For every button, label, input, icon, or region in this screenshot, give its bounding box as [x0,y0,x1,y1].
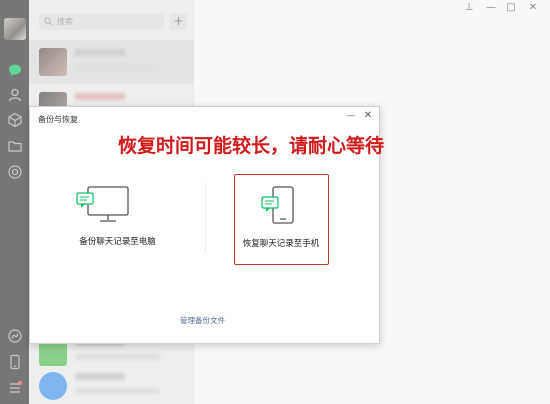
wait-notice: 恢复时间可能较长，请耐心等待 [118,135,385,157]
backup-restore-dialog: 备份与恢复 — ✕ 恢复时间可能较长，请耐心等待 备份聊天记录至电脑 恢复聊天记… [29,106,384,344]
manage-backup-files-link[interactable]: 管理备份文件 [180,315,225,326]
phone-icon [261,186,294,224]
computer-icon [76,186,129,222]
dialog-minimize-button[interactable]: — [346,111,356,121]
dialog-title: 备份与恢复 [38,115,78,124]
backup-label: 备份聊天记录至电脑 [79,237,156,247]
restore-to-phone-button[interactable]: 恢复聊天记录至手机 [234,174,329,265]
restore-label: 恢复聊天记录至手机 [242,239,320,249]
divider [205,183,206,253]
dialog-close-button[interactable]: ✕ [363,110,373,121]
backup-to-pc-button[interactable]: 备份聊天记录至电脑 [55,177,185,257]
